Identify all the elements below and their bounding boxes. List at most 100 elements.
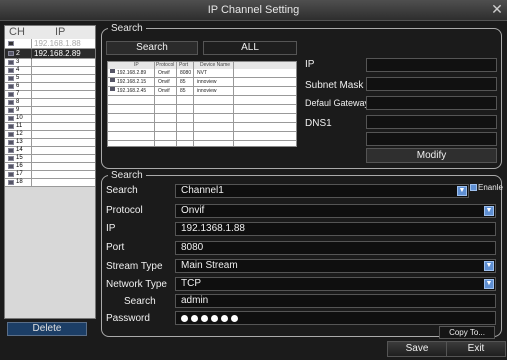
channel-row[interactable]: 14 — [5, 147, 95, 155]
camera-icon — [8, 108, 14, 113]
title-bar: IP Channel Setting ✕ — [0, 0, 507, 21]
row-divider — [31, 139, 32, 147]
protocol-label: Protocol — [106, 205, 143, 216]
copy-to-button[interactable]: Copy To... — [439, 326, 495, 339]
channel-row[interactable]: 15 — [5, 155, 95, 163]
channel-row[interactable]: 18 — [5, 179, 95, 187]
row-divider — [31, 171, 32, 179]
row-divider — [31, 75, 32, 83]
channel-number: 8 — [16, 99, 20, 105]
channel-number: 2 — [16, 50, 20, 57]
channel-row[interactable]: 12 — [5, 131, 95, 139]
channel-row[interactable]: 9 — [5, 107, 95, 115]
device-row[interactable] — [108, 132, 296, 141]
channel-row[interactable]: 11 — [5, 123, 95, 131]
channel-select[interactable]: Channel1 ▼ — [175, 184, 469, 198]
channel-row[interactable]: 3 — [5, 59, 95, 67]
device-name: innoview — [197, 79, 217, 85]
device-row[interactable] — [108, 123, 296, 132]
ip-field[interactable] — [366, 58, 497, 72]
device-row[interactable] — [108, 105, 296, 114]
ip-address-input[interactable]: 192.1368.1.88 — [175, 222, 496, 236]
row-divider — [31, 59, 32, 67]
save-button[interactable]: Save — [387, 341, 447, 357]
channel-number: 10 — [16, 115, 23, 121]
channel-row[interactable]: 6 — [5, 83, 95, 91]
device-port: 8080 — [180, 70, 192, 76]
channel-row[interactable]: 16 — [5, 163, 95, 171]
channel-row[interactable]: 192.168.1.88 — [5, 39, 95, 49]
camera-icon — [8, 51, 14, 56]
channel-row[interactable]: 4 — [5, 67, 95, 75]
channel-row[interactable]: 10 — [5, 115, 95, 123]
default-gateway-field[interactable] — [366, 96, 497, 110]
channel-rows: 192.168.1.88 2 192.168.2.89 3 4 5 6 7 8 … — [5, 39, 95, 187]
channel-number: 16 — [16, 163, 23, 169]
channel-number: 14 — [16, 147, 23, 153]
channel-number: 3 — [16, 59, 20, 65]
channel-list: CH IP 192.168.1.88 2 192.168.2.89 3 4 5 … — [4, 25, 96, 319]
subnet-mask-field[interactable] — [366, 77, 497, 91]
col-port: Port — [179, 62, 189, 68]
channel-number: 15 — [16, 155, 23, 161]
channel-row[interactable]: 2 192.168.2.89 — [5, 49, 95, 59]
password-dot — [221, 315, 228, 322]
exit-button[interactable]: Exit — [446, 341, 506, 357]
dns2-field[interactable] — [366, 132, 497, 146]
channel-row[interactable]: 5 — [5, 75, 95, 83]
camera-icon — [8, 41, 14, 46]
all-button[interactable]: ALL — [203, 41, 297, 55]
device-protocol: Onvif — [158, 88, 170, 94]
modify-button[interactable]: Modify — [366, 148, 497, 163]
protocol-select[interactable]: Onvif ▼ — [175, 204, 496, 218]
device-row[interactable]: 192.168.2.15 Onvif 85 innoview — [108, 78, 296, 87]
chevron-down-icon: ▼ — [457, 186, 467, 196]
window-title: IP Channel Setting — [207, 4, 300, 16]
camera-icon — [110, 87, 115, 91]
channel-number: 9 — [16, 107, 20, 113]
row-divider — [31, 131, 32, 139]
channel-select-value: Channel1 — [181, 185, 224, 196]
row-divider — [31, 91, 32, 99]
default-gateway-label: Defaul Gateway — [305, 98, 370, 108]
channel-number: 6 — [16, 83, 20, 89]
password-dot — [231, 315, 238, 322]
camera-icon — [8, 60, 14, 65]
username-input[interactable]: admin — [175, 294, 496, 308]
chevron-down-icon: ▼ — [484, 261, 494, 271]
channel-row[interactable]: 8 — [5, 99, 95, 107]
device-row[interactable] — [108, 96, 296, 105]
close-icon[interactable]: ✕ — [489, 1, 505, 17]
channel-row[interactable]: 7 — [5, 91, 95, 99]
ip-channel-setting-window: IP Channel Setting ✕ CH IP 192.168.1.88 … — [0, 0, 507, 360]
camera-icon — [8, 84, 14, 89]
network-type-label: Network Type — [106, 279, 167, 290]
channel-number: 13 — [16, 139, 23, 145]
channel-row[interactable]: 13 — [5, 139, 95, 147]
device-row[interactable]: 192.168.2.45 Onvif 85 innoview — [108, 87, 296, 96]
password-dot — [201, 315, 208, 322]
device-row[interactable]: 192.168.2.89 Onvif 8080 NVT — [108, 69, 296, 78]
stream-type-select[interactable]: Main Stream ▼ — [175, 259, 496, 273]
delete-button[interactable]: Delete — [7, 322, 87, 336]
device-ip: 192.168.2.45 — [117, 88, 147, 94]
channel-number: 17 — [16, 171, 23, 177]
dns1-field[interactable] — [366, 115, 497, 129]
channel-row[interactable]: 17 — [5, 171, 95, 179]
row-divider — [31, 163, 32, 171]
port-label: Port — [106, 242, 125, 253]
camera-icon — [8, 132, 14, 137]
password-dot — [211, 315, 218, 322]
device-row[interactable] — [108, 114, 296, 123]
network-type-select[interactable]: TCP ▼ — [175, 277, 496, 291]
port-input[interactable]: 8080 — [175, 241, 496, 255]
enable-checkbox[interactable]: Enanle — [470, 183, 503, 192]
password-dot — [191, 315, 198, 322]
camera-icon — [8, 124, 14, 129]
device-table-header: IP Protocol Port Device Name — [108, 62, 296, 69]
password-input[interactable] — [175, 311, 496, 325]
search-button[interactable]: Search — [106, 41, 198, 55]
camera-icon — [8, 180, 14, 185]
channel-search-label: Search — [106, 185, 138, 196]
row-divider — [31, 107, 32, 115]
